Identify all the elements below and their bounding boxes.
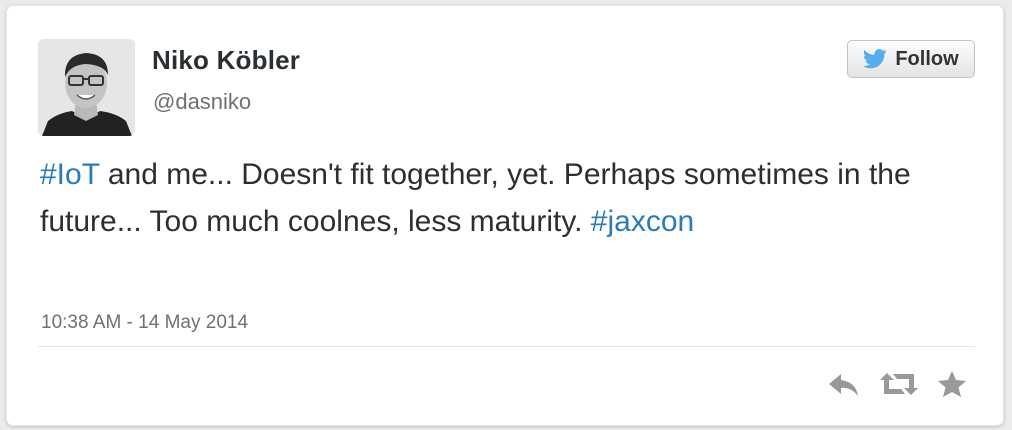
- retweet-icon: [880, 373, 918, 395]
- twitter-bird-icon: [863, 49, 887, 69]
- reply-icon: [829, 374, 858, 396]
- divider: [38, 346, 975, 347]
- retweet-button[interactable]: [879, 370, 919, 398]
- tweet-timestamp[interactable]: 10:38 AM - 14 May 2014: [41, 312, 248, 334]
- reply-button[interactable]: [827, 370, 861, 398]
- profile-photo-icon: [38, 39, 135, 136]
- tweet-text: #IoT and me... Doesn't fit together, yet…: [40, 151, 970, 245]
- tweet-body-text: and me... Doesn't fit together, yet. Per…: [40, 158, 911, 238]
- author-display-name[interactable]: Niko Köbler: [152, 45, 300, 76]
- favorite-button[interactable]: [937, 370, 967, 398]
- hashtag-link-jaxcon[interactable]: #jaxcon: [591, 205, 694, 238]
- author-screen-name[interactable]: @dasniko: [153, 89, 251, 115]
- hashtag-link-iot[interactable]: #IoT: [40, 158, 100, 191]
- display-name-text: Niko Köbler: [152, 45, 301, 75]
- avatar[interactable]: [38, 39, 135, 136]
- tweet-card: Niko Köbler @dasniko Follow #IoT and me.…: [6, 5, 1004, 426]
- follow-label: Follow: [895, 47, 959, 70]
- follow-button[interactable]: Follow: [847, 40, 975, 78]
- star-icon: [938, 371, 966, 397]
- tweet-actions: [827, 370, 967, 398]
